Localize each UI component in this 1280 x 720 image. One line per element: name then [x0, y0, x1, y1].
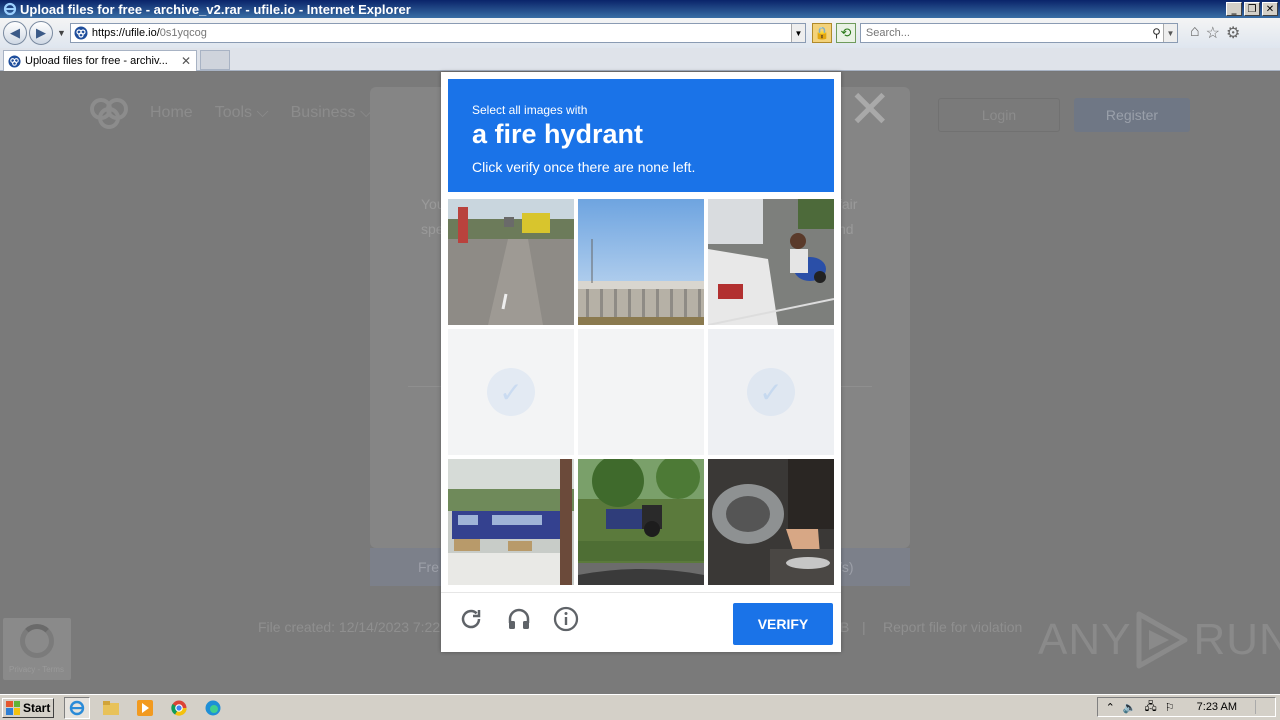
refresh-icon[interactable]: ⟲: [835, 23, 856, 43]
tray-expand-icon[interactable]: ⌃: [1106, 701, 1115, 714]
taskbar: Start ⌃ 🔈 🖧 ⚐ 7:23 AM: [0, 694, 1280, 720]
free-download-label: Fre: [418, 559, 439, 575]
start-label: Start: [23, 700, 51, 715]
play-triangle-icon: [1136, 611, 1188, 669]
windows-flag-icon: [6, 700, 20, 715]
report-violation-link[interactable]: Report file for violation: [883, 619, 1022, 635]
captcha-instruction-line3: Click verify once there are none left.: [472, 159, 696, 175]
captcha-challenge: Select all images with a fire hydrant Cl…: [441, 72, 841, 652]
address-dropdown-icon[interactable]: ▼: [790, 24, 805, 42]
window-titlebar: Upload files for free - archive_v2.rar -…: [0, 0, 1280, 18]
gear-icon[interactable]: ⚙: [1226, 23, 1240, 43]
tab-row: Upload files for free - archiv... ✕: [0, 48, 1280, 71]
back-button[interactable]: ◀: [3, 21, 27, 45]
register-button[interactable]: Register: [1074, 98, 1190, 132]
info-icon[interactable]: [552, 605, 580, 633]
address-url: https://ufile.io/0s1yqcog: [91, 27, 207, 39]
captcha-footer: VERIFY: [441, 592, 841, 652]
search-dropdown-icon[interactable]: ▼: [1162, 24, 1177, 42]
action-center-flag-icon[interactable]: ⚐: [1165, 701, 1175, 714]
anyrun-watermark: ANY RUN: [1038, 610, 1280, 670]
tab-active[interactable]: Upload files for free - archiv... ✕: [3, 50, 197, 71]
address-row: ◀ ▶ ▼ https://ufile.io/0s1yqcog ▼ 🔒 ⟲ ⚲ …: [0, 18, 1280, 48]
captcha-header: Select all images with a fire hydrant Cl…: [448, 79, 834, 192]
site-favicon-icon: [74, 26, 88, 40]
clock[interactable]: 7:23 AM: [1197, 701, 1237, 713]
check-icon: ✓: [487, 368, 535, 416]
forward-button[interactable]: ▶: [29, 21, 53, 45]
watermark-right: RUN: [1193, 615, 1280, 664]
taskbar-edge-icon[interactable]: [200, 697, 226, 719]
captcha-tile-7[interactable]: [448, 459, 574, 585]
modal-close-icon[interactable]: ✕: [848, 84, 892, 136]
captcha-tile-8[interactable]: [578, 459, 704, 585]
captcha-target: a fire hydrant: [472, 119, 644, 149]
tab-favicon-icon: [8, 54, 21, 68]
tab-close-icon[interactable]: ✕: [181, 54, 191, 68]
favorites-star-icon[interactable]: ☆: [1206, 23, 1220, 43]
search-icon[interactable]: ⚲: [1152, 26, 1161, 40]
tab-title: Upload files for free - archiv...: [25, 55, 168, 67]
nav-business[interactable]: Business ⌵: [291, 104, 373, 122]
recaptcha-badge-text: Privacy - Terms: [9, 665, 64, 674]
captcha-instruction-line1: Select all images with: [472, 103, 588, 117]
captcha-tile-9[interactable]: [708, 459, 834, 585]
watermark-left: ANY: [1038, 615, 1132, 664]
audio-headphones-icon[interactable]: [505, 605, 533, 633]
lock-icon[interactable]: 🔒: [811, 23, 832, 43]
file-created-text: File created: 12/14/2023 7:22: [258, 619, 441, 635]
volume-icon[interactable]: 🔈: [1123, 701, 1137, 714]
captcha-tile-4[interactable]: ✓: [448, 329, 574, 455]
window-title: Upload files for free - archive_v2.rar -…: [20, 1, 411, 17]
nav-tools[interactable]: Tools ⌵: [215, 104, 269, 122]
show-desktop-button[interactable]: [1255, 700, 1267, 714]
captcha-tile-6[interactable]: ✓: [708, 329, 834, 455]
file-size-fragment: B: [840, 619, 850, 635]
home-icon[interactable]: ⌂: [1190, 23, 1200, 43]
address-bar[interactable]: https://ufile.io/0s1yqcog ▼: [69, 23, 806, 43]
captcha-tile-3[interactable]: [708, 199, 834, 325]
start-button[interactable]: Start: [2, 697, 54, 718]
taskbar-media-player-icon[interactable]: [132, 697, 158, 719]
network-icon[interactable]: 🖧: [1145, 698, 1157, 717]
taskbar-explorer-icon[interactable]: [98, 697, 124, 719]
taskbar-ie-icon[interactable]: [64, 696, 90, 719]
restore-button[interactable]: ❐: [1244, 2, 1260, 16]
search-box[interactable]: ⚲ ▼: [859, 23, 1178, 43]
footer-separator: |: [862, 619, 866, 635]
reload-icon[interactable]: [457, 605, 485, 633]
login-button[interactable]: Login: [938, 98, 1060, 132]
captcha-tile-2[interactable]: [578, 199, 704, 325]
taskbar-chrome-icon[interactable]: [166, 697, 192, 719]
check-icon: ✓: [747, 368, 795, 416]
recaptcha-logo-icon: [20, 624, 54, 658]
captcha-tile-5[interactable]: [578, 329, 704, 455]
minimize-button[interactable]: _: [1226, 2, 1242, 16]
site-nav: Home Tools ⌵ Business ⌵: [150, 104, 372, 122]
system-tray: ⌃ 🔈 🖧 ⚐ 7:23 AM: [1096, 697, 1276, 717]
captcha-tile-1[interactable]: [448, 199, 574, 325]
ie-logo-icon: [2, 1, 18, 17]
nav-home[interactable]: Home: [150, 104, 193, 122]
history-dropdown-icon[interactable]: ▼: [57, 28, 66, 38]
verify-button[interactable]: VERIFY: [733, 603, 833, 645]
search-input[interactable]: [863, 26, 1153, 40]
ufile-logo-icon[interactable]: [86, 96, 132, 130]
close-window-button[interactable]: ✕: [1262, 2, 1278, 16]
new-tab-button[interactable]: [200, 50, 230, 70]
